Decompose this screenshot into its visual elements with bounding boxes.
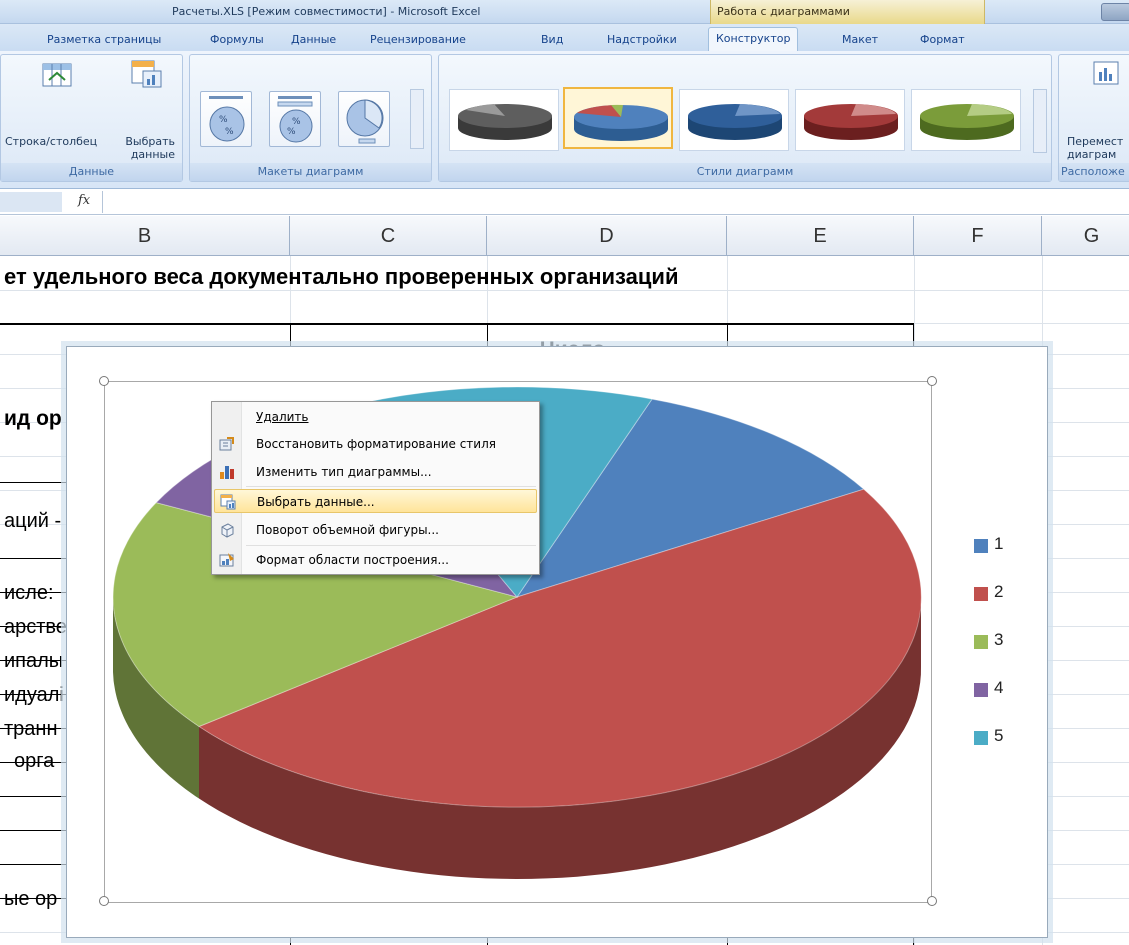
format-area-icon — [219, 552, 235, 568]
menu-item-rotate-3d[interactable]: Поворот объемной фигуры... — [214, 518, 537, 542]
menu-item-select-data[interactable]: Выбрать данные... — [214, 489, 537, 513]
excel-window: Расчеты.XLS [Режим совместимости] - Micr… — [0, 0, 1129, 945]
rotate-3d-icon — [219, 522, 235, 538]
legend-swatch-1 — [974, 539, 988, 553]
menu-item-change-chart-type[interactable]: Изменить тип диаграммы... — [214, 460, 537, 484]
legend-label-4: 4 — [994, 678, 1004, 697]
legend-label-1: 1 — [994, 534, 1004, 553]
menu-label-reset-style: Восстановить форматирование стиля — [256, 437, 496, 451]
menu-label-delete: Удалить — [256, 410, 309, 424]
reset-style-icon — [219, 436, 235, 452]
legend-swatch-4 — [974, 683, 988, 697]
legend-label-3: 3 — [994, 630, 1004, 649]
menu-label-change-chart-type: Изменить тип диаграммы... — [256, 465, 432, 479]
menu-item-delete[interactable]: Удалить — [214, 405, 537, 429]
context-menu: Удалить Восстановить форматирование стил… — [211, 401, 540, 575]
legend-swatch-2 — [974, 587, 988, 601]
menu-separator — [246, 545, 536, 546]
menu-label-rotate-3d: Поворот объемной фигуры... — [256, 523, 439, 537]
menu-item-reset-style[interactable]: Восстановить форматирование стиля — [214, 432, 537, 456]
legend-swatch-3 — [974, 635, 988, 649]
select-data-icon — [220, 494, 236, 510]
legend-label-5: 5 — [994, 726, 1004, 745]
menu-label-select-data: Выбрать данные... — [257, 495, 375, 509]
pie-chart[interactable] — [0, 0, 1129, 945]
menu-label-format-plot-area: Формат области построения... — [256, 553, 449, 567]
legend-swatch-5 — [974, 731, 988, 745]
menu-separator — [246, 486, 536, 487]
menu-item-format-plot-area[interactable]: Формат области построения... — [214, 548, 537, 572]
legend-label-2: 2 — [994, 582, 1004, 601]
chart-type-icon — [219, 464, 235, 480]
chart-legend[interactable]: 1 2 3 4 5 — [970, 530, 1040, 770]
